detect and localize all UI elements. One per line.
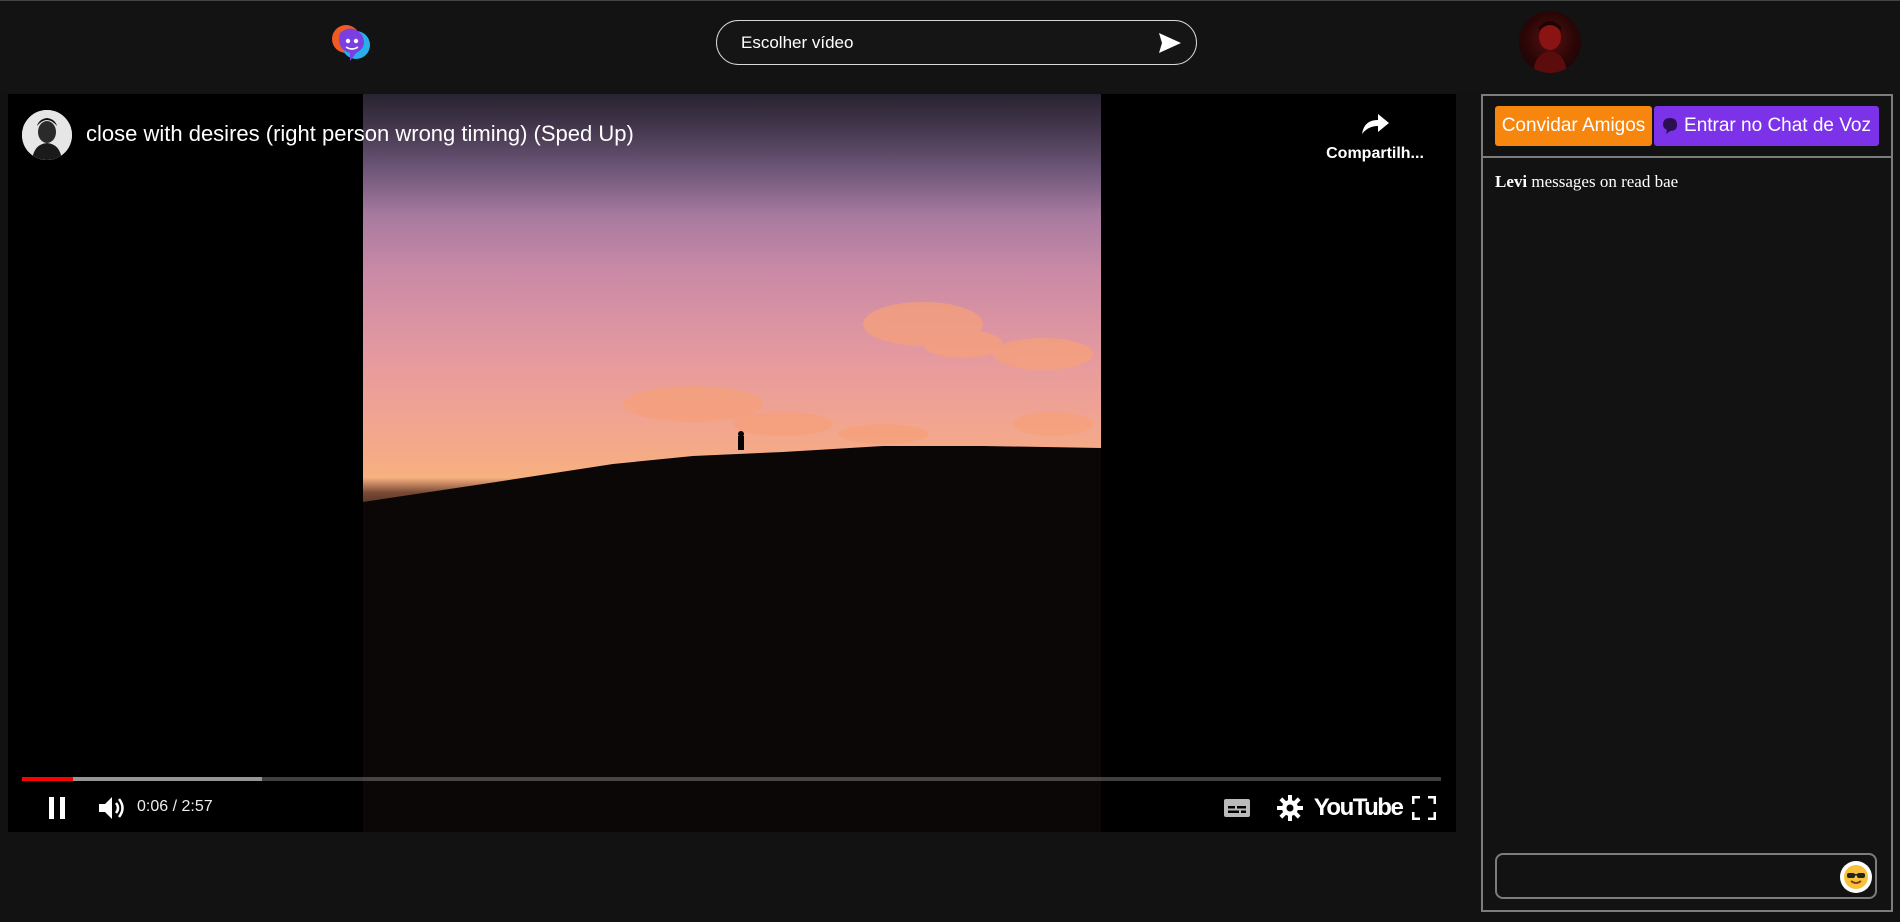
settings-button[interactable] [1268, 784, 1312, 832]
invite-friends-button[interactable]: Convidar Amigos [1495, 106, 1652, 146]
youtube-wordmark: YouTube [1313, 794, 1404, 821]
join-voice-chat-button[interactable]: Entrar no Chat de Voz [1654, 106, 1879, 146]
chat-input-box [1495, 853, 1877, 899]
emoji-button[interactable] [1840, 861, 1872, 893]
gear-icon [1277, 795, 1303, 821]
volume-icon [99, 797, 124, 819]
sidebar-actions: Convidar Amigos Entrar no Chat de Voz [1483, 96, 1891, 158]
share-label: Compartilh... [1326, 145, 1424, 162]
title-overlay [8, 94, 1456, 214]
chat-bubbles-logo-icon[interactable] [326, 19, 378, 71]
video-player[interactable]: close with desires (right person wrong t… [8, 94, 1456, 832]
join-voice-chat-label: Entrar no Chat de Voz [1684, 115, 1871, 136]
subtitles-icon [1224, 799, 1250, 817]
speech-bubble-icon [1663, 118, 1678, 134]
share-icon [1362, 114, 1389, 134]
top-bar [0, 0, 1900, 92]
chat-message-text: messages on read bae [1531, 172, 1679, 191]
player-controls: 0:06 / 2:57 YouTube [8, 784, 1456, 832]
fullscreen-icon [1412, 796, 1436, 820]
video-search-bar [716, 20, 1197, 65]
pause-icon [49, 797, 65, 819]
progress-bar[interactable] [22, 777, 1441, 781]
chat-sidebar: Convidar Amigos Entrar no Chat de Voz Le… [1481, 94, 1893, 912]
sunglasses-emoji-icon [1844, 865, 1868, 889]
send-icon [1159, 32, 1181, 53]
video-title[interactable]: close with desires (right person wrong t… [86, 121, 634, 147]
progress-played [22, 777, 74, 781]
video-search-input[interactable] [717, 32, 1144, 53]
chat-message: Levi messages on read bae [1495, 172, 1678, 192]
share-button[interactable]: Compartilh... [1320, 112, 1430, 163]
chat-message-user: Levi [1495, 172, 1528, 191]
pause-button[interactable] [34, 784, 80, 832]
user-avatar[interactable] [1519, 11, 1581, 73]
channel-avatar[interactable] [22, 110, 72, 160]
send-button[interactable] [1144, 21, 1196, 64]
youtube-logo-link[interactable]: YouTube [1314, 784, 1404, 832]
fullscreen-button[interactable] [1402, 784, 1446, 832]
time-display: 0:06 / 2:57 [137, 798, 213, 815]
subtitles-button[interactable] [1215, 784, 1259, 832]
chat-input[interactable] [1497, 855, 1827, 897]
volume-button[interactable] [88, 784, 136, 832]
